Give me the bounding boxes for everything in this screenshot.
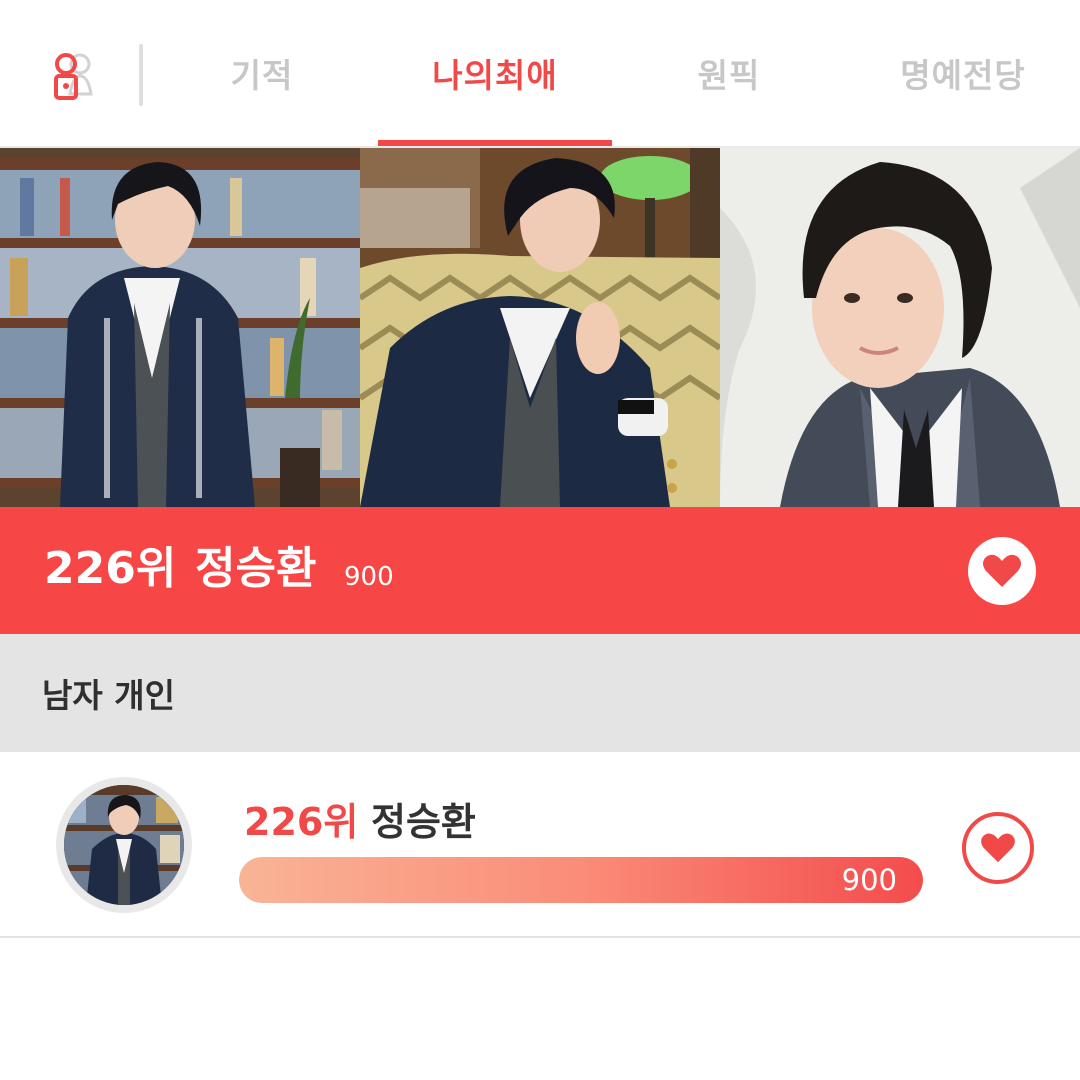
- heart-icon: [981, 833, 1015, 863]
- gallery-photo-2[interactable]: [360, 148, 720, 507]
- banner-vote-count: 900: [344, 562, 394, 592]
- photo-gallery: [0, 148, 1080, 507]
- photo-selfie-image: [720, 148, 1080, 507]
- nav-divider: [139, 44, 143, 106]
- gallery-photo-1[interactable]: [0, 148, 360, 507]
- my-profile-button[interactable]: [46, 50, 98, 104]
- active-tab-indicator: [378, 140, 612, 146]
- artist-avatar-image: [64, 785, 184, 905]
- heart-icon: [983, 554, 1021, 587]
- photo-library-image: [0, 148, 360, 507]
- person-icon: [54, 53, 93, 100]
- tab-miracle[interactable]: 기적: [200, 52, 324, 100]
- vote-progress-fill: [239, 857, 923, 903]
- category-header: 남자 개인: [0, 634, 1080, 752]
- row-rank: 226위: [244, 800, 359, 844]
- banner-rank: 226위: [44, 543, 177, 594]
- vote-progress-bar: 900: [239, 857, 923, 903]
- ranking-row[interactable]: 226위 정승환 900: [0, 752, 1080, 938]
- vote-progress-value: 900: [841, 863, 897, 897]
- banner-vote-button[interactable]: [968, 537, 1036, 605]
- category-label: 남자 개인: [42, 676, 175, 715]
- tab-one-pick[interactable]: 원픽: [668, 52, 790, 100]
- banner-artist-name: 정승환: [195, 543, 317, 594]
- avatar: [56, 777, 192, 913]
- row-artist-name: 정승환: [371, 800, 476, 844]
- tab-my-favorite[interactable]: 나의최애: [398, 52, 592, 100]
- photo-sofa-image: [360, 148, 720, 507]
- row-vote-button[interactable]: [962, 812, 1034, 884]
- favorite-banner: 226위 정승환 900: [0, 507, 1080, 634]
- top-navigation: 기적 나의최애 원픽 명예전당: [0, 0, 1080, 148]
- gallery-photo-3[interactable]: [720, 148, 1080, 507]
- tab-hall-of-fame[interactable]: 명예전당: [888, 52, 1038, 100]
